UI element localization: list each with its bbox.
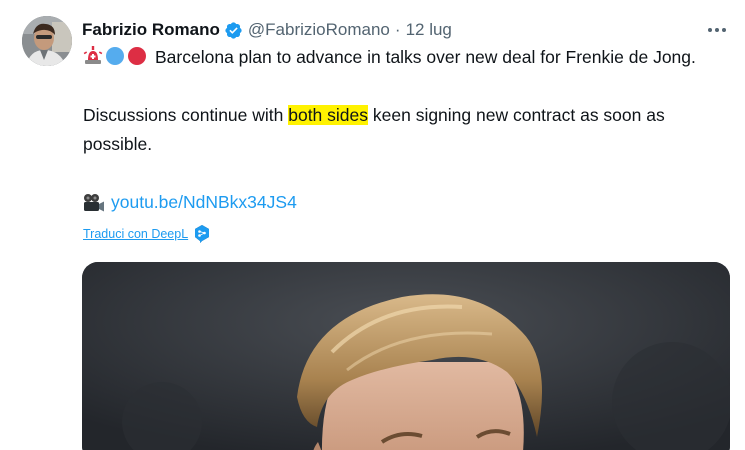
translate-link[interactable]: Traduci con DeepL <box>83 227 188 241</box>
link-line: youtu.be/NdNBkx34JS4 <box>83 188 733 217</box>
text-paragraph-1: Barcelona plan to advance in talks over … <box>83 43 733 72</box>
deepl-logo-icon <box>194 225 210 243</box>
translate-row: Traduci con DeepL <box>83 225 210 243</box>
verified-badge-icon <box>224 21 243 40</box>
youtube-link[interactable]: youtu.be/NdNBkx34JS4 <box>111 188 297 217</box>
movie-camera-emoji <box>84 193 104 211</box>
text-para2-before: Discussions continue with <box>83 105 289 125</box>
highlighted-text: both sides <box>288 105 369 125</box>
tweet-media-image[interactable] <box>82 262 730 450</box>
emoji-group <box>83 46 149 66</box>
author-handle[interactable]: @FabrizioRomano <box>248 20 390 40</box>
more-horizontal-icon[interactable] <box>705 20 729 40</box>
tweet-date[interactable]: 12 lug <box>406 20 452 40</box>
separator-dot: · <box>394 20 401 39</box>
tweet-header: Fabrizio Romano @FabrizioRomano · 12 lug <box>82 18 452 42</box>
text-line-1: Barcelona plan to advance in talks over … <box>155 47 696 67</box>
blue-circle-emoji <box>106 47 124 65</box>
text-paragraph-2: Discussions continue with both sides kee… <box>83 101 733 159</box>
author-name[interactable]: Fabrizio Romano <box>82 20 220 40</box>
avatar[interactable] <box>22 16 72 66</box>
red-circle-emoji <box>128 47 146 65</box>
tweet[interactable]: Fabrizio Romano @FabrizioRomano · 12 lug <box>0 0 745 450</box>
police-light-emoji <box>83 46 103 64</box>
tweet-text: Barcelona plan to advance in talks over … <box>83 43 733 217</box>
